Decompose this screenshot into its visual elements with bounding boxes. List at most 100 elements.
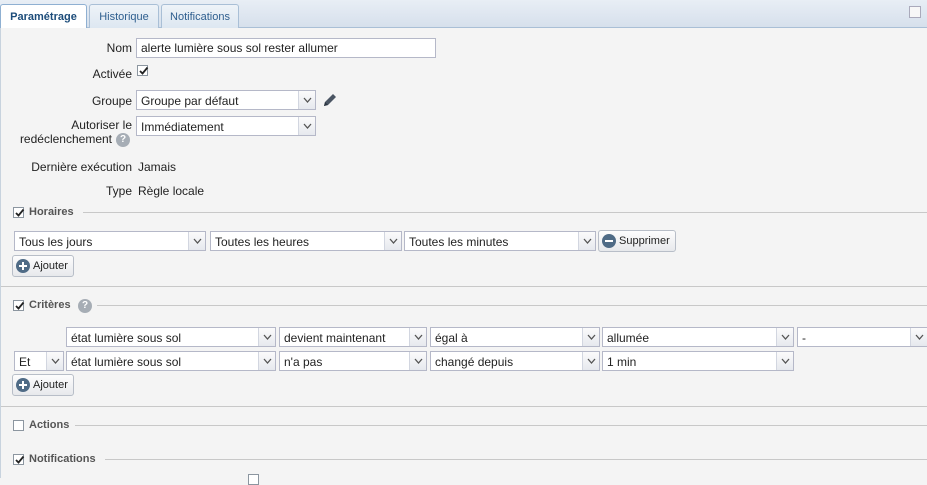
- horaires-checkbox[interactable]: [13, 206, 25, 218]
- retrigger-value: Immédiatement: [141, 120, 224, 134]
- day-select[interactable]: Tous les jours: [14, 231, 206, 251]
- horaires-title: Horaires: [29, 206, 74, 218]
- chevron-down-icon[interactable]: [258, 352, 275, 370]
- tab-label: Notifications: [170, 10, 230, 23]
- chevron-down-icon[interactable]: [258, 328, 275, 346]
- help-icon[interactable]: ?: [78, 299, 92, 313]
- retrigger-label-2: redéclenchement: [11, 132, 112, 146]
- chevron-down-icon[interactable]: [582, 352, 599, 370]
- notifications-checkbox[interactable]: [13, 453, 25, 465]
- hour-value: Toutes les heures: [215, 235, 310, 249]
- chevron-down-icon[interactable]: [384, 232, 401, 250]
- tab-parametrage[interactable]: Paramétrage: [0, 4, 87, 29]
- criterion-conjunction-select[interactable]: Et: [14, 351, 64, 371]
- criteres-title: Critères: [29, 299, 71, 311]
- check-icon: [139, 66, 149, 75]
- criterion-extra-select[interactable]: -: [797, 327, 927, 347]
- active-label: Activée: [92, 67, 132, 81]
- plus-circle-icon: [16, 378, 30, 392]
- operator-value: devient maintenant: [284, 331, 386, 345]
- delete-label: Supprimer: [619, 235, 670, 247]
- rule-settings-panel: Nom Activée Groupe Groupe par défaut Aut…: [0, 28, 927, 485]
- last-exec-label: Dernière exécution: [31, 160, 132, 174]
- device-value: état lumière sous sol: [71, 355, 182, 369]
- chevron-down-icon[interactable]: [910, 328, 927, 346]
- chevron-down-icon[interactable]: [298, 117, 315, 135]
- section-divider: [75, 425, 927, 426]
- actions-checkbox[interactable]: [13, 419, 24, 431]
- criterion-device-select[interactable]: état lumière sous sol: [66, 351, 276, 371]
- operator-value: n'a pas: [284, 355, 323, 369]
- horaires-header[interactable]: Horaires: [13, 204, 74, 220]
- delete-schedule-button[interactable]: Supprimer: [598, 230, 676, 252]
- add-schedule-button[interactable]: Ajouter: [12, 255, 74, 277]
- criterion-operator-select[interactable]: devient maintenant: [279, 327, 427, 347]
- chevron-down-icon[interactable]: [582, 328, 599, 346]
- criterion-operator-select[interactable]: n'a pas: [279, 351, 427, 371]
- actions-header[interactable]: Actions: [13, 417, 69, 433]
- tab-historique[interactable]: Historique: [89, 4, 159, 28]
- retrigger-label-line1: Autoriser le: [71, 118, 132, 132]
- pencil-icon[interactable]: [321, 91, 339, 109]
- hour-select[interactable]: Toutes les heures: [210, 231, 402, 251]
- check-icon: [15, 455, 25, 464]
- name-input[interactable]: [136, 38, 436, 58]
- chevron-down-icon[interactable]: [46, 352, 63, 370]
- section-divider: [97, 305, 927, 306]
- criterion-value-select[interactable]: allumée: [602, 327, 794, 347]
- add-label: Ajouter: [33, 260, 68, 272]
- minute-select[interactable]: Toutes les minutes: [404, 231, 596, 251]
- chevron-down-icon[interactable]: [188, 232, 205, 250]
- tab-notifications[interactable]: Notifications: [161, 4, 239, 28]
- chevron-down-icon[interactable]: [409, 352, 426, 370]
- conjunction-value: Et: [19, 355, 31, 369]
- extra-value: -: [802, 331, 806, 345]
- compare-value: changé depuis: [435, 355, 514, 369]
- type-label: Type: [105, 184, 132, 198]
- group-value: Groupe par défaut: [141, 94, 239, 108]
- group-select[interactable]: Groupe par défaut: [136, 90, 316, 110]
- device-value: état lumière sous sol: [71, 331, 182, 345]
- retrigger-label-line2: redéclenchement: [19, 132, 112, 146]
- notifications-title: Notifications: [29, 453, 96, 465]
- notifications-header[interactable]: Notifications: [13, 451, 96, 467]
- day-value: Tous les jours: [19, 235, 93, 249]
- actions-title: Actions: [29, 419, 70, 431]
- section-border: [1, 286, 927, 287]
- add-label: Ajouter: [33, 379, 68, 391]
- group-label: Groupe: [91, 94, 132, 108]
- criteres-header[interactable]: Critères: [13, 297, 71, 313]
- active-checkbox[interactable]: [137, 65, 149, 76]
- tab-label: Historique: [99, 10, 149, 23]
- type-value: Règle locale: [138, 184, 205, 198]
- tab-label: Paramétrage: [10, 11, 77, 23]
- criteres-checkbox[interactable]: [13, 299, 25, 311]
- chevron-down-icon[interactable]: [409, 328, 426, 346]
- chevron-down-icon[interactable]: [298, 91, 315, 109]
- section-border: [1, 406, 927, 407]
- help-icon[interactable]: ?: [116, 133, 130, 147]
- name-label: Nom: [106, 41, 132, 55]
- plus-circle-icon: [16, 259, 30, 273]
- retrigger-label: Autoriser le: [11, 118, 132, 132]
- criterion-compare-select[interactable]: égal à: [430, 327, 600, 347]
- add-criterion-button[interactable]: Ajouter: [12, 374, 74, 396]
- check-icon: [15, 301, 25, 310]
- chevron-down-icon[interactable]: [578, 232, 595, 250]
- chevron-down-icon[interactable]: [776, 328, 793, 346]
- maximize-icon[interactable]: [909, 6, 921, 18]
- criterion-device-select[interactable]: état lumière sous sol: [66, 327, 276, 347]
- compare-value: égal à: [435, 331, 468, 345]
- last-exec-value: Jamais: [138, 160, 177, 174]
- minus-circle-icon: [602, 234, 616, 248]
- check-icon: [15, 208, 25, 217]
- value-value: allumée: [607, 331, 650, 345]
- notification-option-checkbox[interactable]: [248, 474, 259, 485]
- chevron-down-icon[interactable]: [776, 352, 793, 370]
- section-divider: [83, 212, 927, 213]
- retrigger-select[interactable]: Immédiatement: [136, 116, 316, 136]
- criterion-value-select[interactable]: 1 min: [602, 351, 794, 371]
- section-divider: [105, 459, 927, 460]
- criterion-compare-select[interactable]: changé depuis: [430, 351, 600, 371]
- minute-value: Toutes les minutes: [409, 235, 509, 249]
